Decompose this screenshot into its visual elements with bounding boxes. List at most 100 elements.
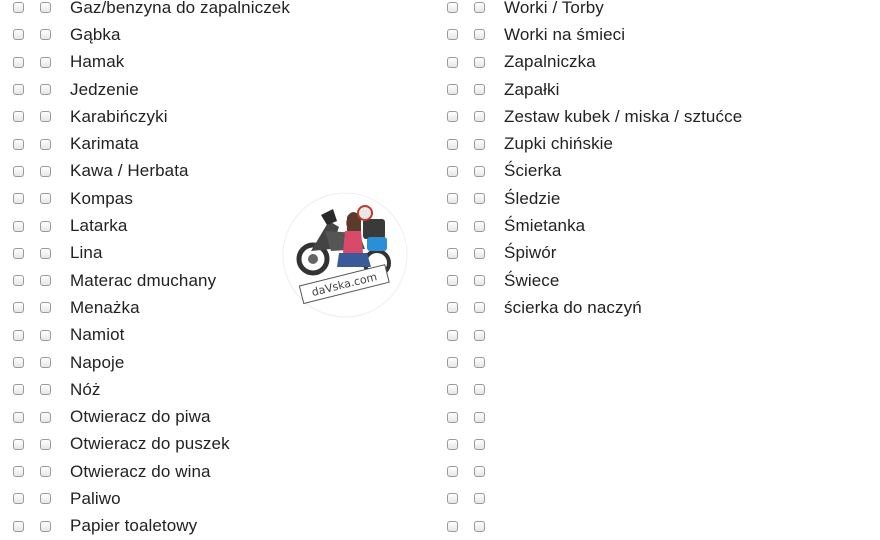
checkbox-packed[interactable] (13, 329, 24, 341)
checkbox-packed[interactable] (447, 56, 458, 68)
checkbox-packed[interactable] (447, 411, 458, 423)
checkbox-packed[interactable] (13, 357, 24, 368)
checkbox-taken[interactable] (40, 111, 51, 123)
checkbox-taken[interactable] (474, 111, 485, 123)
checkbox-packed[interactable] (13, 302, 24, 314)
checkbox-taken[interactable] (474, 384, 485, 396)
checkbox-packed[interactable] (447, 165, 458, 177)
checkbox-packed[interactable] (13, 111, 24, 123)
checkbox-taken[interactable] (474, 220, 485, 232)
checkbox-taken[interactable] (40, 520, 51, 532)
right-item-row: Zestaw kubek / miska / sztućce (434, 103, 742, 130)
checkbox-packed[interactable] (447, 138, 458, 150)
checkbox-taken[interactable] (40, 329, 51, 341)
checkbox-taken[interactable] (40, 357, 51, 368)
checkbox-taken[interactable] (40, 138, 51, 150)
left-item-row: Menażka (0, 294, 290, 321)
item-label: Paliwo (70, 488, 121, 508)
checkbox-taken[interactable] (474, 411, 485, 423)
checkbox-taken[interactable] (40, 29, 51, 41)
checkbox-packed[interactable] (447, 247, 458, 259)
checkbox-packed[interactable] (13, 247, 24, 259)
checkbox-taken[interactable] (474, 56, 485, 68)
checkbox-taken[interactable] (474, 193, 485, 205)
left-item-row: Otwieracz do wina (0, 458, 290, 485)
right-item-row (434, 349, 742, 376)
left-item-row: Materac dmuchany (0, 267, 290, 294)
checkbox-packed[interactable] (13, 220, 24, 232)
checkbox-packed[interactable] (13, 466, 24, 478)
item-label: ścierka do naczyń (504, 297, 642, 317)
checkbox-taken[interactable] (474, 438, 485, 450)
checkbox-packed[interactable] (13, 29, 24, 41)
checkbox-taken[interactable] (474, 2, 485, 14)
checkbox-packed[interactable] (13, 138, 24, 150)
checkbox-packed[interactable] (447, 193, 458, 205)
right-item-row: Worki na śmieci (434, 21, 742, 48)
checkbox-taken[interactable] (40, 84, 51, 96)
left-item-row: Otwieracz do piwa (0, 403, 290, 430)
checkbox-taken[interactable] (474, 29, 485, 41)
checkbox-packed[interactable] (13, 520, 24, 532)
checkbox-taken[interactable] (40, 411, 51, 423)
left-item-row: Papier toaletowy (0, 513, 290, 540)
item-label: Zapalniczka (504, 52, 596, 72)
checkbox-packed[interactable] (13, 56, 24, 68)
checkbox-packed[interactable] (447, 84, 458, 96)
checkbox-packed[interactable] (447, 29, 458, 41)
checkbox-taken[interactable] (40, 220, 51, 232)
checkbox-packed[interactable] (447, 111, 458, 123)
checkbox-taken[interactable] (474, 520, 485, 532)
checkbox-taken[interactable] (40, 56, 51, 68)
checkbox-packed[interactable] (13, 193, 24, 205)
checkbox-taken[interactable] (474, 275, 485, 287)
checkbox-packed[interactable] (447, 329, 458, 341)
checkbox-packed[interactable] (447, 520, 458, 532)
checkbox-taken[interactable] (474, 302, 485, 314)
checkbox-packed[interactable] (447, 438, 458, 450)
checkbox-packed[interactable] (447, 357, 458, 368)
checkbox-packed[interactable] (447, 2, 458, 14)
left-item-row: Gaz/benzyna do zapalniczek (0, 0, 290, 21)
checkbox-packed[interactable] (447, 493, 458, 505)
checkbox-taken[interactable] (474, 466, 485, 478)
checkbox-packed[interactable] (13, 384, 24, 396)
item-label: Świece (504, 270, 560, 290)
checkbox-packed[interactable] (13, 2, 24, 14)
checkbox-packed[interactable] (13, 84, 24, 96)
checkbox-packed[interactable] (447, 384, 458, 396)
checkbox-packed[interactable] (447, 466, 458, 478)
checkbox-taken[interactable] (40, 302, 51, 314)
checkbox-taken[interactable] (40, 438, 51, 450)
checkbox-taken[interactable] (474, 165, 485, 177)
checkbox-taken[interactable] (474, 84, 485, 96)
checkbox-taken[interactable] (474, 493, 485, 505)
item-label: Śpiwór (504, 243, 557, 263)
checkbox-packed[interactable] (13, 438, 24, 450)
checkbox-taken[interactable] (474, 329, 485, 341)
checkbox-taken[interactable] (474, 357, 485, 368)
checkbox-taken[interactable] (40, 247, 51, 259)
item-label: Materac dmuchany (70, 270, 217, 290)
checkbox-taken[interactable] (40, 193, 51, 205)
left-item-row: Kawa / Herbata (0, 158, 290, 185)
checkbox-packed[interactable] (13, 411, 24, 423)
checkbox-packed[interactable] (447, 220, 458, 232)
item-label: Latarka (70, 216, 128, 236)
checkbox-packed[interactable] (447, 302, 458, 314)
checkbox-packed[interactable] (13, 493, 24, 505)
checkbox-taken[interactable] (40, 165, 51, 177)
left-item-row: Karabińczyki (0, 103, 290, 130)
checkbox-taken[interactable] (40, 493, 51, 505)
checkbox-packed[interactable] (447, 275, 458, 287)
checkbox-taken[interactable] (474, 247, 485, 259)
checkbox-taken[interactable] (40, 466, 51, 478)
checkbox-taken[interactable] (474, 138, 485, 150)
checkbox-taken[interactable] (40, 275, 51, 287)
left-item-row: Jedzenie (0, 76, 290, 103)
checkbox-taken[interactable] (40, 2, 51, 14)
checkbox-packed[interactable] (13, 275, 24, 287)
checkbox-taken[interactable] (40, 384, 51, 396)
checkbox-packed[interactable] (13, 165, 24, 177)
item-label: Karabińczyki (70, 106, 168, 126)
